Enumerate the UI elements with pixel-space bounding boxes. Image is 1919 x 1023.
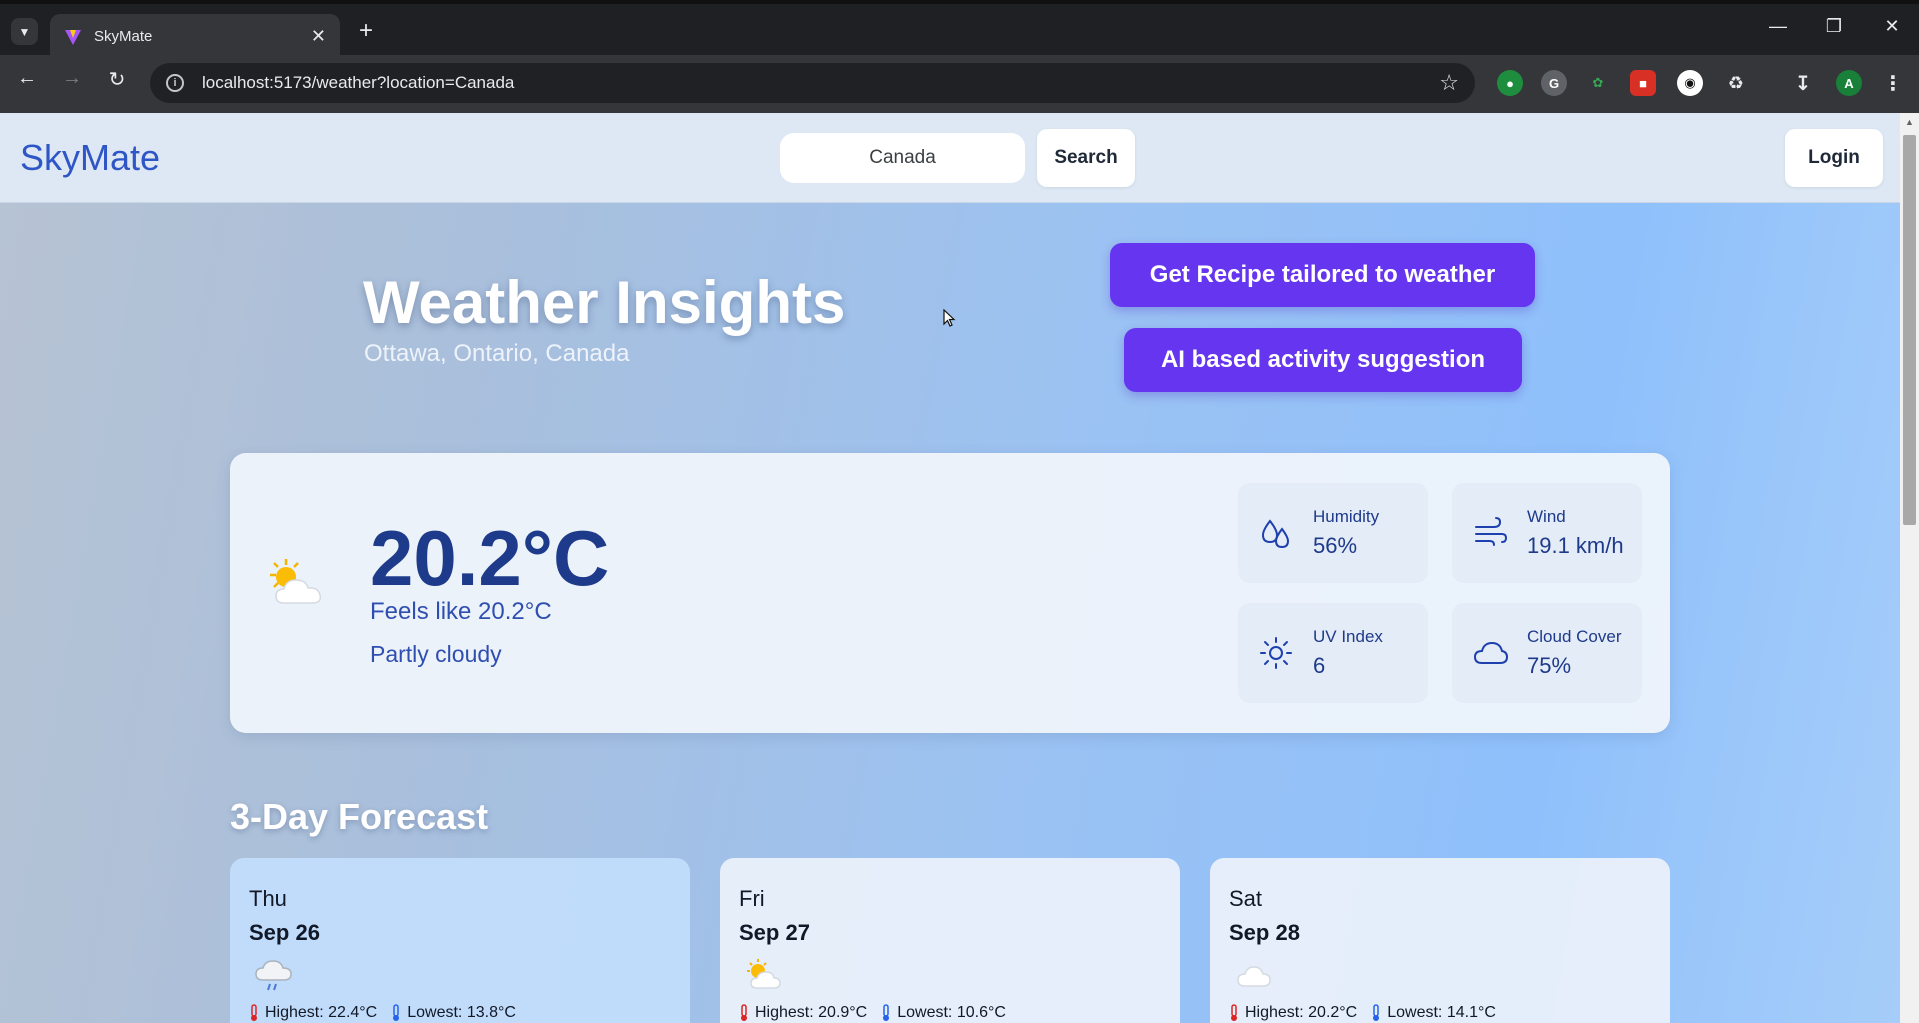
forecast-lowest: Lowest: 13.8°C xyxy=(407,1004,516,1021)
humidity-stat: Humidity 56% xyxy=(1238,483,1428,583)
forecast-day: Thu xyxy=(249,886,287,911)
extension-leaf-icon[interactable]: ✿ xyxy=(1585,70,1611,96)
thermometer-low-icon xyxy=(1373,1004,1380,1021)
forecast-highest: Highest: 22.4°C xyxy=(265,1004,378,1021)
forecast-card[interactable]: Sat Sep 28 Highest: 20.2°C Lowest: 14.1°… xyxy=(1210,858,1670,1023)
app-page: SkyMate Search Login Weather Insights Ot… xyxy=(0,113,1900,1023)
browser-tab-bar: ▼ SkyMate ✕ + — ❐ ✕ xyxy=(0,0,1919,59)
profile-avatar[interactable]: A xyxy=(1836,70,1862,96)
uv-index-value: 6 xyxy=(1313,653,1326,678)
site-info-icon[interactable]: i xyxy=(166,74,184,92)
forecast-date: Sep 26 xyxy=(249,920,320,945)
humidity-value: 56% xyxy=(1313,533,1358,558)
search-button[interactable]: Search xyxy=(1037,129,1135,187)
thermometer-high-icon xyxy=(741,1004,747,1021)
forecast-temps: Highest: 20.9°C Lowest: 10.6°C xyxy=(739,1004,1006,1022)
cloud-cover-label: Cloud Cover xyxy=(1527,627,1622,646)
login-button[interactable]: Login xyxy=(1785,129,1883,187)
forecast-heading: 3-Day Forecast xyxy=(230,796,489,837)
extension-red-icon[interactable]: ■ xyxy=(1630,70,1656,96)
tab-title: SkyMate xyxy=(94,28,153,45)
cloud-cover-stat: Cloud Cover 75% xyxy=(1452,603,1642,703)
close-window-button[interactable]: ✕ xyxy=(1872,16,1912,37)
back-button[interactable]: ← xyxy=(10,67,44,90)
extension-grammarly-icon[interactable]: G xyxy=(1541,70,1567,96)
extension-green-icon[interactable]: ● xyxy=(1497,70,1523,96)
browser-toolbar: ← → ↻ i localhost:5173/weather?location=… xyxy=(0,55,1919,113)
cloud-icon xyxy=(1237,966,1271,987)
forecast-lowest: Lowest: 14.1°C xyxy=(1387,1004,1496,1021)
bookmark-star-icon[interactable]: ☆ xyxy=(1439,70,1459,96)
brand-logo[interactable]: SkyMate xyxy=(20,137,160,179)
url-text[interactable]: localhost:5173/weather?location=Canada xyxy=(202,73,1439,93)
thermometer-high-icon xyxy=(251,1004,257,1021)
forecast-card[interactable]: Fri Sep 27 Highest: 20.9°C Lowest: 10.6°… xyxy=(720,858,1180,1023)
forecast-date: Sep 28 xyxy=(1229,920,1300,945)
thermometer-low-icon xyxy=(883,1004,890,1021)
forecast-highest: Highest: 20.2°C xyxy=(1245,1004,1358,1021)
thermometer-high-icon xyxy=(1231,1004,1237,1021)
partly-cloudy-icon xyxy=(270,559,322,604)
wind-stat: Wind 19.1 km/h xyxy=(1452,483,1642,583)
forecast-card[interactable]: Thu Sep 26 Highest: 22.4°C Lowest: 13.8°… xyxy=(230,858,690,1023)
page-title: Weather Insights xyxy=(363,269,846,336)
forward-button[interactable]: → xyxy=(55,67,89,90)
cloud-cover-value: 75% xyxy=(1527,653,1572,678)
condition-text: Partly cloudy xyxy=(370,641,502,667)
restore-button[interactable]: ❐ xyxy=(1814,16,1854,37)
uv-index-stat: UV Index 6 xyxy=(1238,603,1428,703)
tab-close-icon[interactable]: ✕ xyxy=(311,26,326,47)
forecast-temps: Highest: 22.4°C Lowest: 13.8°C xyxy=(249,1004,516,1022)
sun-icon xyxy=(1260,637,1292,669)
forecast-highest: Highest: 20.9°C xyxy=(755,1004,868,1021)
mouse-cursor-icon xyxy=(943,309,956,327)
partly-cloudy-icon xyxy=(747,959,781,989)
browser-menu-icon[interactable]: ⋮ xyxy=(1880,70,1906,96)
forecast-date: Sep 27 xyxy=(739,920,810,945)
scroll-up-icon[interactable]: ▲ xyxy=(1905,117,1914,127)
minimize-button[interactable]: — xyxy=(1758,16,1798,37)
humidity-label: Humidity xyxy=(1313,507,1380,526)
location-search-input[interactable] xyxy=(780,133,1025,183)
forecast-day: Sat xyxy=(1229,886,1263,911)
wind-value: 19.1 km/h xyxy=(1527,533,1624,558)
wind-icon xyxy=(1475,517,1508,546)
tab-search-button[interactable]: ▼ xyxy=(11,18,38,45)
forecast-day: Fri xyxy=(739,886,765,911)
address-bar[interactable]: i localhost:5173/weather?location=Canada… xyxy=(150,63,1475,103)
browser-tab[interactable]: SkyMate ✕ xyxy=(50,14,340,59)
thermometer-low-icon xyxy=(393,1004,400,1021)
activity-suggestion-button[interactable]: AI based activity suggestion xyxy=(1124,328,1522,392)
scrollbar-thumb[interactable] xyxy=(1903,135,1916,525)
feels-like-text: Feels like 20.2°C xyxy=(370,598,552,625)
extension-avatar-icon[interactable]: ◉ xyxy=(1677,70,1703,96)
humidity-icon xyxy=(1261,519,1290,549)
current-weather-card: 20.2°C Feels like 20.2°C Partly cloudy H… xyxy=(230,453,1670,733)
app-header: SkyMate Search Login xyxy=(0,113,1900,203)
get-recipe-button[interactable]: Get Recipe tailored to weather xyxy=(1110,243,1535,307)
page-scrollbar[interactable]: ▲ xyxy=(1900,113,1919,1023)
wind-label: Wind xyxy=(1527,507,1566,526)
forecast-temps: Highest: 20.2°C Lowest: 14.1°C xyxy=(1229,1004,1496,1022)
forecast-lowest: Lowest: 10.6°C xyxy=(897,1004,1006,1021)
current-temperature: 20.2°C xyxy=(370,514,610,602)
rain-icon xyxy=(255,960,292,991)
uv-index-label: UV Index xyxy=(1313,627,1383,646)
cloud-icon xyxy=(1473,641,1508,664)
location-subtitle: Ottawa, Ontario, Canada xyxy=(364,340,630,367)
reload-button[interactable]: ↻ xyxy=(100,67,134,92)
new-tab-button[interactable]: + xyxy=(352,17,380,45)
vite-favicon-icon xyxy=(65,29,81,45)
extensions-puzzle-icon[interactable]: ♻ xyxy=(1723,70,1749,96)
download-icon[interactable]: ↧ xyxy=(1790,70,1816,96)
